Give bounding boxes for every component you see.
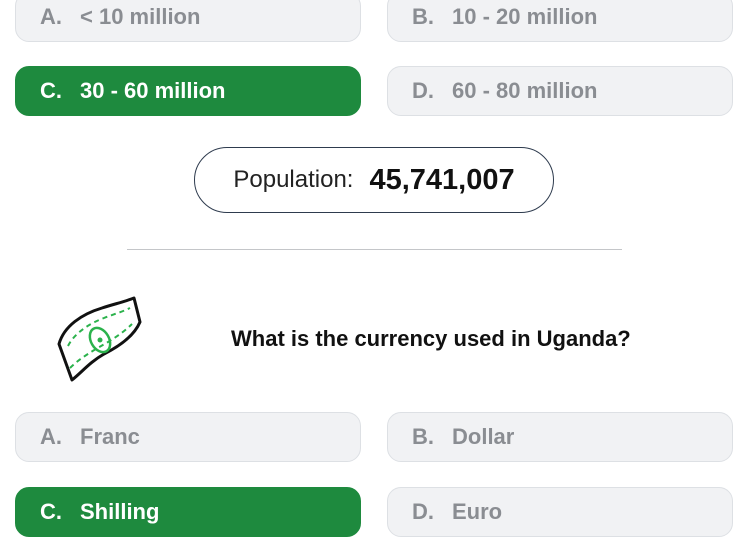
option-text: Euro	[452, 499, 503, 524]
option-letter: C.	[40, 499, 62, 524]
option-letter: D.	[412, 499, 434, 524]
q2-option-d[interactable]: D. Euro	[387, 487, 733, 537]
option-letter: C.	[40, 78, 62, 103]
q2-option-c[interactable]: C. Shilling	[15, 487, 361, 537]
option-letter: B.	[412, 4, 434, 29]
option-text: 60 - 80 million	[452, 78, 598, 103]
q1-option-b[interactable]: B. 10 - 20 million	[387, 0, 733, 42]
q2-option-a[interactable]: A. Franc	[15, 412, 361, 462]
option-text: Dollar	[452, 424, 515, 449]
option-text: 30 - 60 million	[80, 78, 226, 103]
population-badge: Population: 45,741,007	[194, 147, 554, 213]
option-letter: B.	[412, 424, 434, 449]
option-text: Shilling	[80, 499, 160, 524]
population-label: Population:	[233, 166, 354, 193]
option-text: 10 - 20 million	[452, 4, 598, 29]
option-text: Franc	[80, 424, 140, 449]
option-text: < 10 million	[80, 4, 201, 29]
money-bill-icon	[54, 296, 144, 384]
q1-option-d[interactable]: D. 60 - 80 million	[387, 66, 733, 116]
section-divider	[127, 249, 622, 250]
option-letter: A.	[40, 424, 62, 449]
option-letter: A.	[40, 4, 62, 29]
q2-option-b[interactable]: B. Dollar	[387, 412, 733, 462]
option-letter: D.	[412, 78, 434, 103]
q1-option-a[interactable]: A. < 10 million	[15, 0, 361, 42]
population-value: 45,741,007	[369, 163, 515, 196]
question-text: What is the currency used in Uganda?	[231, 326, 631, 351]
q1-option-c[interactable]: C. 30 - 60 million	[15, 66, 361, 116]
